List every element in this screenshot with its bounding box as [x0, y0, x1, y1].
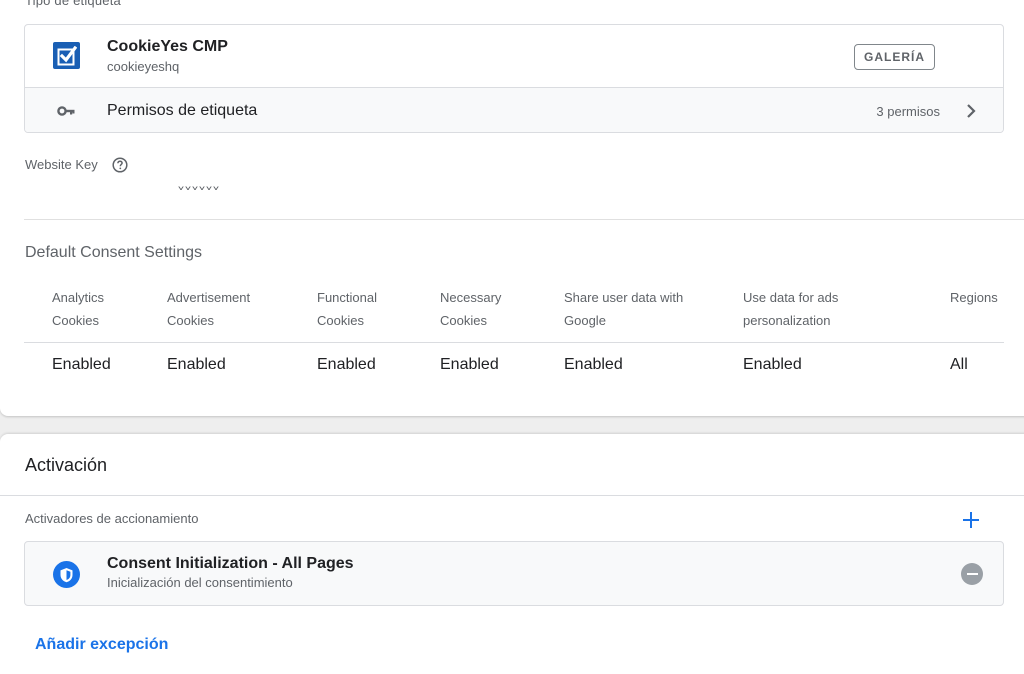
- tag-type-box: CookieYes CMP cookieyeshq GALERÍA Permis…: [24, 24, 1004, 133]
- cell-advertisement: Enabled: [167, 356, 226, 373]
- permissions-count: 3 permisos: [876, 104, 940, 119]
- tag-type-section-label: Tipo de etiqueta: [25, 0, 121, 8]
- tag-template-vendor: cookieyeshq: [107, 59, 180, 74]
- column-header-analytics: Analytics Cookies: [52, 290, 105, 328]
- website-key-label: Website Key: [25, 157, 98, 172]
- column-header-ads-personalization: Use data for ads personalization: [743, 290, 839, 328]
- tag-type-row[interactable]: CookieYes CMP cookieyeshq GALERÍA: [25, 25, 1003, 87]
- cell-share-user-data: Enabled: [564, 356, 623, 373]
- section-divider: [24, 219, 1024, 220]
- gallery-badge: GALERÍA: [854, 44, 935, 70]
- tag-template-name: CookieYes CMP: [107, 38, 228, 55]
- help-circle-icon[interactable]: [112, 157, 128, 173]
- cell-analytics: Enabled: [52, 356, 111, 373]
- tag-permissions-row[interactable]: Permisos de etiqueta 3 permisos: [25, 87, 1003, 132]
- column-header-share-user-data: Share user data with Google: [564, 290, 684, 328]
- column-header-regions: Regions: [950, 290, 998, 305]
- permissions-label: Permisos de etiqueta: [107, 102, 258, 119]
- shield-icon: [53, 561, 80, 588]
- add-exception-link[interactable]: Añadir excepción: [35, 636, 168, 654]
- column-header-necessary: Necessary Cookies: [440, 290, 502, 328]
- consent-settings-title: Default Consent Settings: [25, 244, 202, 261]
- key-icon: [57, 106, 75, 116]
- activation-divider: [0, 495, 1024, 496]
- remove-circle-icon[interactable]: [961, 563, 983, 585]
- table-divider: [24, 342, 1004, 343]
- column-header-advertisement: Advertisement Cookies: [167, 290, 251, 328]
- website-key-value: xxxxxx: [178, 178, 228, 190]
- cell-ads-personalization: Enabled: [743, 356, 802, 373]
- cell-necessary: Enabled: [440, 356, 499, 373]
- activation-title: Activación: [25, 455, 108, 475]
- chevron-right-icon: [967, 104, 976, 118]
- column-header-functional: Functional Cookies: [317, 290, 377, 328]
- firing-triggers-label: Activadores de accionamiento: [25, 511, 199, 526]
- trigger-item[interactable]: Consent Initialization - All Pages Inici…: [24, 541, 1004, 606]
- trigger-name: Consent Initialization - All Pages: [107, 555, 354, 572]
- plus-icon[interactable]: [960, 509, 982, 531]
- website-key-value-text: xxxxxx: [178, 182, 220, 190]
- cookieyes-check-icon: [53, 42, 80, 69]
- cell-functional: Enabled: [317, 356, 376, 373]
- cell-regions: All: [950, 356, 968, 373]
- trigger-type: Inicialización del consentimiento: [107, 575, 293, 590]
